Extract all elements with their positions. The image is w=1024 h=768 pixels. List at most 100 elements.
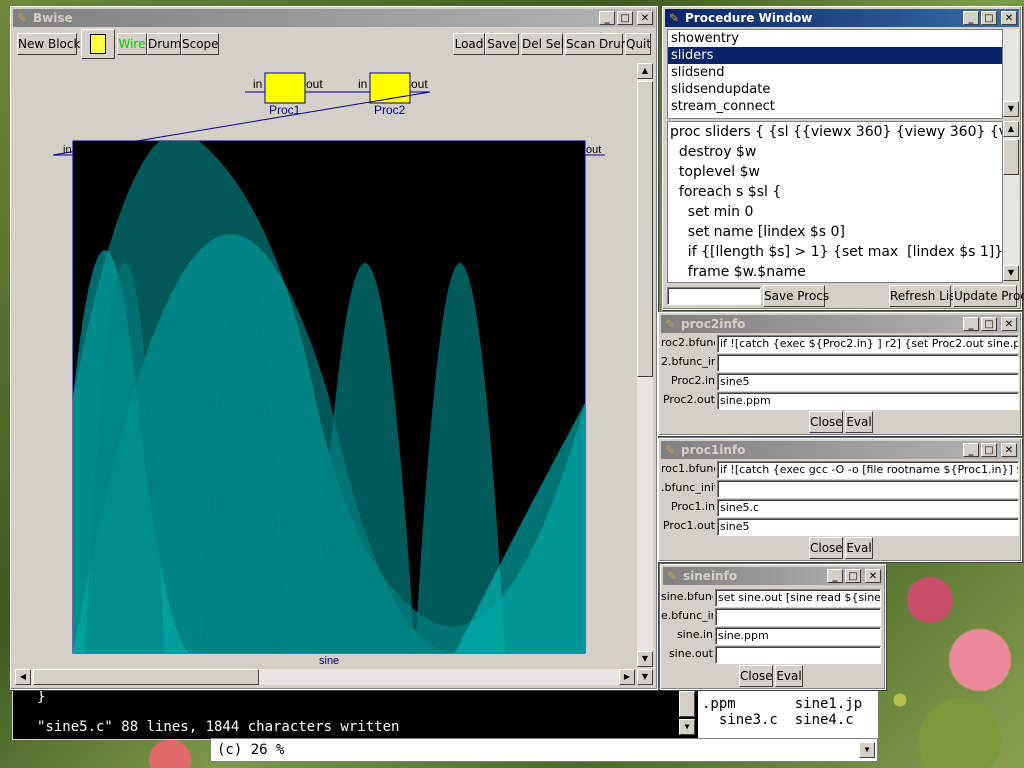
close-button[interactable]: ✕ xyxy=(865,569,881,583)
terminal-scroll-thumb[interactable] xyxy=(679,691,695,717)
refresh-list-button[interactable]: Refresh List xyxy=(889,285,960,307)
bwise-window[interactable]: ✎ Bwise _ □ ✕ New Block Wire Drum Scope … xyxy=(10,6,658,690)
proc2-name: Proc2 xyxy=(374,103,406,117)
sine-out-field[interactable] xyxy=(715,646,881,664)
wire-button[interactable]: Wire xyxy=(117,33,147,55)
code-line: if {[llength $s] > 1} {set max [lindex $… xyxy=(670,244,1003,260)
code-scroll-thumb[interactable] xyxy=(1003,139,1019,175)
sineinfo-close-button[interactable]: Close xyxy=(739,665,773,687)
proc2info-window[interactable]: ✎ proc2info _ □ ✕ roc2.bfunc if ![catch … xyxy=(658,312,1022,436)
tk-feather-icon: ✎ xyxy=(669,11,680,25)
sine-bfunc-init-field[interactable] xyxy=(715,608,881,626)
proc2info-close-button[interactable]: Close xyxy=(809,411,843,433)
procedure-list-scroll-down[interactable]: ▼ xyxy=(1003,101,1019,117)
proc1info-window[interactable]: ✎ proc1info _ □ ✕ roc1.bfunc if ![catch … xyxy=(658,438,1022,562)
terminal-scroll-down[interactable]: ▼ xyxy=(679,719,695,735)
procedure-window[interactable]: ✎ Procedure Window _ □ ✕ showentry slide… xyxy=(662,6,1024,310)
procedure-name-input[interactable] xyxy=(667,287,761,305)
new-file-icon xyxy=(90,34,106,54)
sineinfo-window[interactable]: ✎ sineinfo _ □ ✕ sine.bfunc set sine.out… xyxy=(660,564,886,690)
proc1-block[interactable] xyxy=(264,72,306,104)
canvas-hscrollbar[interactable]: ◀ ▶ xyxy=(15,669,635,685)
proc2info-eval-button[interactable]: Eval xyxy=(845,411,873,433)
close-button[interactable]: ✕ xyxy=(1001,11,1017,25)
terminal-window[interactable]: } "sine5.c" 88 lines, 1844 characters wr… xyxy=(12,688,700,740)
sineinfo-eval-button[interactable]: Eval xyxy=(775,665,803,687)
bwise-title: Bwise xyxy=(33,11,73,25)
minimize-button[interactable]: _ xyxy=(827,569,843,583)
bwise-titlebar[interactable]: ✎ Bwise _ □ ✕ xyxy=(13,9,655,27)
maximize-button[interactable]: □ xyxy=(981,317,997,331)
maximize-button[interactable]: □ xyxy=(845,569,861,583)
canvas-vscroll-thumb[interactable] xyxy=(637,81,653,377)
load-button[interactable]: Load xyxy=(453,33,485,55)
proc2-out-field[interactable]: sine.ppm xyxy=(717,392,1019,410)
scope-in-label: in xyxy=(63,144,72,156)
proc1info-eval-button[interactable]: Eval xyxy=(845,537,873,559)
procedure-list-item-selected[interactable]: sliders xyxy=(668,47,1002,64)
block-canvas[interactable]: in out Proc1 in out Proc2 in out sine xyxy=(15,63,635,667)
proc1info-titlebar[interactable]: ✎ proc1info _ □ ✕ xyxy=(661,441,1019,459)
proc1info-close-button[interactable]: Close xyxy=(809,537,843,559)
close-button[interactable]: ✕ xyxy=(1001,443,1017,457)
canvas-scroll-left[interactable]: ◀ xyxy=(15,669,31,685)
maximize-button[interactable]: □ xyxy=(981,11,997,25)
canvas-hscroll-thumb[interactable] xyxy=(33,669,259,685)
prompt-scroll-down[interactable]: ▼ xyxy=(859,742,875,758)
procedure-titlebar[interactable]: ✎ Procedure Window _ □ ✕ xyxy=(665,9,1019,27)
save-button[interactable]: Save xyxy=(485,33,519,55)
save-procs-button[interactable]: Save Procs xyxy=(763,285,829,307)
terminal-prompt[interactable]: (c) 26 % xyxy=(217,741,284,759)
procedure-list-scrollbar[interactable]: ▼ xyxy=(1003,29,1019,117)
proc2-bfunc-init-field[interactable] xyxy=(717,354,1019,372)
proc1-bfunc-init-field[interactable] xyxy=(717,480,1019,498)
del-sel-button[interactable]: Del Sel xyxy=(521,33,564,55)
scan-drum-button[interactable]: Scan Drum xyxy=(565,33,632,55)
canvas-scroll-up[interactable]: ▲ xyxy=(637,63,653,79)
code-scroll-down[interactable]: ▼ xyxy=(1003,265,1019,281)
sineinfo-titlebar[interactable]: ✎ sineinfo _ □ ✕ xyxy=(663,567,883,585)
proc2-in-field[interactable]: sine5 xyxy=(717,373,1019,391)
maximize-button[interactable]: □ xyxy=(617,11,633,25)
procedure-code-editor[interactable]: proc sliders { {sl {{viewx 360} {viewy 3… xyxy=(667,121,1003,283)
proc1-out-field[interactable]: sine5 xyxy=(717,518,1019,536)
update-proc-button[interactable]: Update Proc xyxy=(953,285,1024,307)
maximize-button[interactable]: □ xyxy=(981,443,997,457)
new-file-button[interactable] xyxy=(81,29,115,59)
procedure-list-item[interactable]: showentry xyxy=(668,30,1002,47)
procedure-list-item[interactable]: slidsend xyxy=(668,64,1002,81)
minimize-button[interactable]: _ xyxy=(963,317,979,331)
procedure-list[interactable]: showentry sliders slidsend slidsendupdat… xyxy=(667,29,1003,119)
minimize-button[interactable]: _ xyxy=(599,11,615,25)
sine-in-field[interactable]: sine.ppm xyxy=(715,627,881,645)
drum-button[interactable]: Drum xyxy=(147,33,181,55)
terminal-prompt-window[interactable]: (c) 26 % ▼ xyxy=(210,738,878,762)
proc2info-titlebar[interactable]: ✎ proc2info _ □ ✕ xyxy=(661,315,1019,333)
code-line: toplevel $w xyxy=(670,164,760,180)
proc2info-title: proc2info xyxy=(681,317,746,331)
scope-button[interactable]: Scope xyxy=(181,33,219,55)
close-button[interactable]: ✕ xyxy=(637,11,653,25)
sine-bfunc-field[interactable]: set sine.out [sine read ${sine.in} ] xyxy=(715,589,881,607)
procedure-list-item[interactable]: slidsendupdate xyxy=(668,81,1002,98)
code-scroll-up[interactable]: ▲ xyxy=(1003,121,1019,137)
new-block-button[interactable]: New Block xyxy=(17,33,80,55)
canvas-scroll-right[interactable]: ▶ xyxy=(619,669,635,685)
procedure-list-item[interactable]: stream_connect xyxy=(668,98,1002,115)
minimize-button[interactable]: _ xyxy=(963,443,979,457)
canvas-vscrollbar[interactable]: ▲ ▼ xyxy=(637,63,653,667)
file-listing-line-2: sine3.c sine4.c xyxy=(702,712,854,728)
scope-out-label: out xyxy=(586,144,601,156)
proc1-bfunc-field[interactable]: if ![catch {exec gcc -O -o [file rootnam… xyxy=(717,461,1019,479)
proc2-bfunc-field[interactable]: if ![catch {exec ${Proc2.in} ] r2] {set … xyxy=(717,335,1019,353)
quit-button[interactable]: Quit xyxy=(625,33,651,55)
proc1info-title: proc1info xyxy=(681,443,746,457)
terminal-brace: } xyxy=(37,689,46,705)
minimize-button[interactable]: _ xyxy=(963,11,979,25)
canvas-scroll-down[interactable]: ▼ xyxy=(637,651,653,667)
close-button[interactable]: ✕ xyxy=(1001,317,1017,331)
file-listing-window[interactable]: .ppm sine1.jp sine3.c sine4.c xyxy=(698,690,878,740)
proc1-in-field[interactable]: sine5.c xyxy=(717,499,1019,517)
procedure-code-scrollbar[interactable]: ▲ ▼ xyxy=(1003,121,1019,281)
canvas-corner-down[interactable]: ▼ xyxy=(637,669,653,685)
